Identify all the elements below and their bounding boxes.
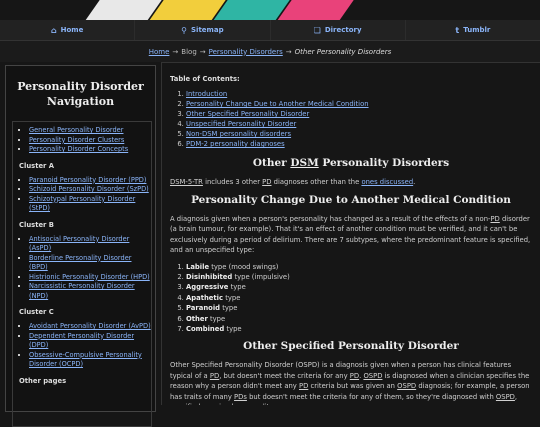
subtype-item: Combined type: [186, 324, 532, 334]
sidebar-link[interactable]: Histrionic Personality Disorder (HPD): [29, 273, 151, 283]
nav-tumblr[interactable]: t Tumblr: [406, 20, 540, 40]
nav-home[interactable]: ⌂ Home: [0, 20, 136, 40]
table-of-contents: Introduction Personality Change Due to A…: [170, 89, 532, 149]
intro-paragraph: DSM-5-TR includes 3 other PD diagnoses o…: [170, 177, 532, 188]
subtype-list: Labile type (mood swings) Disinhibited t…: [170, 262, 532, 335]
main-content: Table of Contents: Introduction Personal…: [170, 62, 532, 405]
breadcrumb-separator: →: [199, 47, 206, 56]
section-heading-other-dsm: Other DSM Personality Disorders: [170, 157, 532, 169]
sidebar-navigation-box: Personality Disorder Navigation General …: [5, 65, 156, 427]
toc-title: Table of Contents:: [170, 75, 240, 83]
subtype-item: Aggressive type: [186, 282, 532, 292]
abbr-dsm5tr: DSM-5-TR: [170, 178, 203, 186]
sidebar-link[interactable]: Personality Disorder Concepts: [29, 145, 151, 155]
toc-link[interactable]: Non-DSM personality disorders: [186, 129, 532, 139]
toc-link[interactable]: Unspecified Personality Disorder: [186, 119, 532, 129]
sidebar-link[interactable]: Avoidant Personality Disorder (AvPD): [29, 322, 151, 332]
sidebar-cluster-c-heading: Cluster C: [19, 308, 54, 316]
abbr-dsm: DSM: [290, 157, 319, 169]
sitemap-icon: ⚲: [181, 25, 188, 35]
heading-text: Personality Disorders: [318, 157, 450, 169]
sidebar-cluster-b-heading: Cluster B: [19, 220, 54, 229]
sidebar-link[interactable]: Obsessive-Compulsive Personality Disorde…: [29, 351, 151, 370]
sidebar-cluster-a-heading: Cluster A: [19, 161, 55, 170]
toc-link[interactable]: Introduction: [186, 89, 532, 99]
breadcrumb-separator: →: [172, 47, 179, 56]
text: diagnoses other than the: [271, 178, 362, 186]
breadcrumb-blog: Blog: [181, 47, 197, 56]
nav-tumblr-label: Tumblr: [463, 26, 491, 34]
subtype-item: Paranoid type: [186, 303, 532, 313]
top-navigation: ⌂ Home ⚲ Sitemap ❏ Directory t Tumblr: [0, 20, 540, 41]
toc-link[interactable]: PDM-2 personality diagnoses: [186, 139, 532, 149]
subtype-item: Disinhibited type (impulsive): [186, 272, 532, 282]
sidebar-link[interactable]: Borderline Personality Disorder (BPD): [29, 254, 151, 273]
abbr-pd: PD: [262, 178, 272, 186]
breadcrumb-section-link[interactable]: Personality Disorders: [209, 48, 283, 56]
ones-discussed-link[interactable]: ones discussed: [361, 178, 413, 186]
other-specified-paragraph: Other Specified Personality Disorder (OS…: [170, 361, 530, 405]
text: A diagnosis given when a person's person…: [170, 214, 491, 223]
sidebar: Personality Disorder Navigation General …: [0, 62, 162, 427]
decorative-stripes-banner: [0, 0, 540, 20]
nav-sitemap[interactable]: ⚲ Sitemap: [135, 20, 271, 40]
sidebar-link[interactable]: Narcissistic Personality Disorder (NPD): [29, 282, 151, 301]
breadcrumb-current: Other Personality Disorders: [294, 47, 392, 56]
tumblr-icon: t: [455, 25, 460, 35]
subtype-item: Other type: [186, 314, 532, 324]
subtype-item: Apathetic type: [186, 293, 532, 303]
text: includes 3 other: [202, 178, 263, 186]
sidebar-title: Personality Disorder Navigation: [17, 80, 144, 108]
sidebar-link[interactable]: General Personality Disorder: [29, 126, 151, 136]
section-heading-personality-change: Personality Change Due to Another Medica…: [191, 193, 511, 206]
sidebar-link[interactable]: Antisocial Personality Disorder (AsPD): [29, 235, 151, 254]
nav-home-label: Home: [60, 26, 84, 34]
abbr-pd: PD: [490, 214, 500, 223]
home-icon: ⌂: [50, 25, 57, 35]
sidebar-link[interactable]: Dependent Personality Disorder (DPD): [29, 332, 151, 351]
nav-sitemap-label: Sitemap: [191, 26, 224, 34]
toc-link[interactable]: Other Specified Personality Disorder: [186, 109, 532, 119]
nav-directory-label: Directory: [324, 26, 362, 34]
sidebar-link-list: General Personality Disorder Personality…: [12, 121, 152, 427]
subtype-item: Labile type (mood swings): [186, 262, 532, 272]
sidebar-link[interactable]: Paranoid Personality Disorder (PPD): [29, 176, 151, 186]
sidebar-link[interactable]: Schizotypal Personality Disorder (StPD): [29, 195, 151, 214]
breadcrumb-home-link[interactable]: Home: [149, 48, 170, 56]
nav-directory[interactable]: ❏ Directory: [271, 20, 406, 40]
toc-link[interactable]: Personality Change Due to Another Medica…: [186, 99, 532, 109]
heading-text: Other: [252, 157, 291, 169]
sidebar-link[interactable]: Personality Disorder Clusters: [29, 136, 151, 146]
personality-change-paragraph: A diagnosis given when a person's person…: [170, 214, 532, 256]
section-heading-other-specified: Other Specified Personality Disorder: [243, 340, 459, 353]
breadcrumb-separator: →: [285, 47, 292, 56]
sidebar-link[interactable]: Schizoid Personality Disorder (SzPD): [29, 185, 151, 195]
sidebar-other-pages-heading: Other pages: [19, 376, 67, 385]
breadcrumb: Home → Blog → Personality Disorders → Ot…: [0, 41, 540, 63]
bookmark-icon: ❏: [313, 25, 321, 35]
text: .: [413, 178, 416, 186]
